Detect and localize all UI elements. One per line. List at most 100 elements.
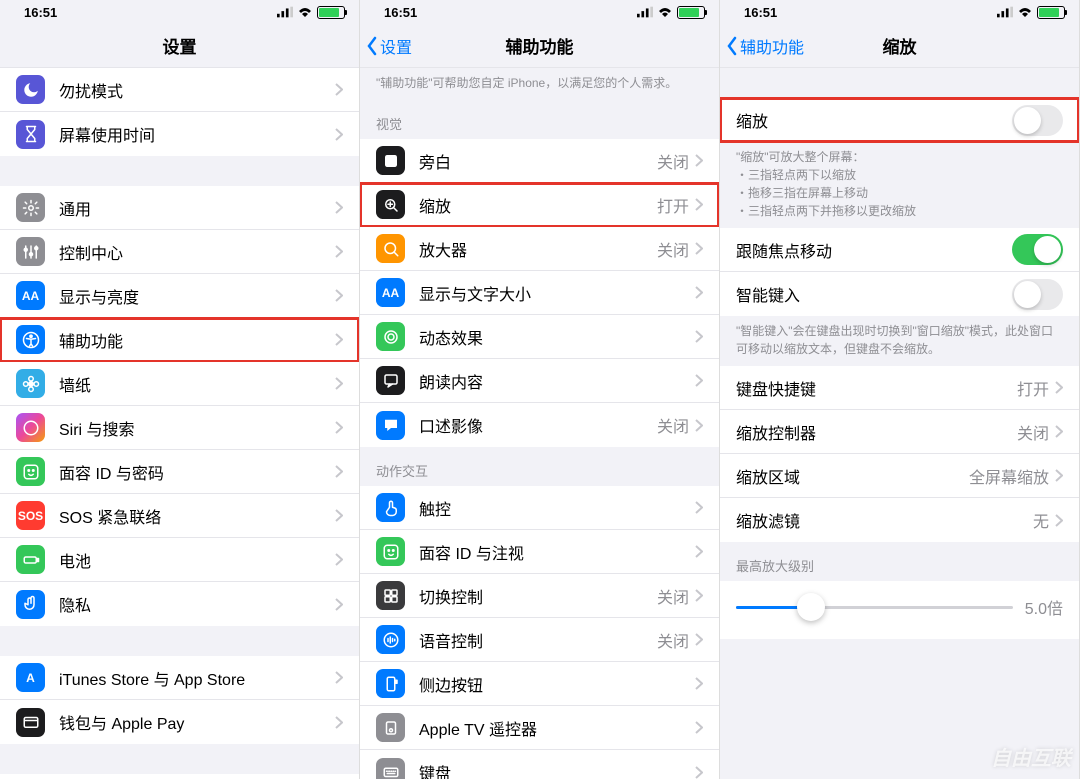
zoom-switch[interactable] [1012,105,1063,136]
row-appletv[interactable]: Apple TV 遥控器 [360,706,719,750]
row-label: 缩放 [419,193,657,217]
smarttyping-switch[interactable] [1012,279,1063,310]
row-sidebutton[interactable]: 侧边按钮 [360,662,719,706]
zoom-toggle-row[interactable]: 缩放 [720,98,1079,142]
chevron-right-icon [335,201,343,214]
chevron-right-icon [695,330,703,343]
settings-list[interactable]: 勿扰模式屏幕使用时间通用控制中心AA显示与亮度辅助功能墙纸 Siri 与搜索面容 … [0,68,359,779]
row-smarttyping[interactable]: 智能键入 [720,272,1079,316]
row-faceattn[interactable]: 面容 ID 与注视 [360,530,719,574]
followfocus-switch[interactable] [1012,234,1063,265]
chevron-right-icon [695,419,703,432]
zoom-note: "缩放"可放大整个屏幕：・三指轻点两下以缩放・拖移三指在屏幕上移动・三指轻点两下… [720,142,1079,228]
row-label: 旁白 [419,149,657,173]
chevron-right-icon [695,154,703,167]
appletv-icon [376,713,405,742]
row-label: 显示与亮度 [59,284,335,308]
speech-icon [376,366,405,395]
chevron-right-icon [335,333,343,346]
row-wallpaper[interactable]: 墙纸 [0,362,359,406]
accessibility-list[interactable]: "辅助功能"可帮助您自定 iPhone，以满足您的个人需求。视觉旁白关闭缩放打开… [360,68,719,779]
row-controlcenter[interactable]: 控制中心 [0,230,359,274]
row-label: 屏幕使用时间 [59,122,335,146]
chevron-left-icon [726,36,738,56]
row-touch[interactable]: 触控 [360,486,719,530]
row-switchctrl[interactable]: 切换控制关闭 [360,574,719,618]
chevron-right-icon [695,501,703,514]
chevron-right-icon [1055,469,1063,482]
navbar-settings: 设置 [0,24,359,68]
row-value: 关闭 [1017,420,1049,444]
row-keyboard[interactable]: 键盘 [360,750,719,779]
row-zoomregion[interactable]: 缩放区域全屏幕缩放 [720,454,1079,498]
row-textsize[interactable]: AA显示与文字大小 [360,271,719,315]
row-itunes[interactable]: AiTunes Store 与 App Store [0,656,359,700]
chevron-right-icon [1055,381,1063,394]
wallpaper-icon [16,369,45,398]
row-display[interactable]: AA显示与亮度 [0,274,359,318]
row-label: 缩放 [736,108,1012,132]
row-speech[interactable]: 朗读内容 [360,359,719,403]
wallet-icon [16,708,45,737]
row-accessibility[interactable]: 辅助功能 [0,318,359,362]
row-zoomfilter[interactable]: 缩放滤镜无 [720,498,1079,542]
row-value: 打开 [657,193,689,217]
max-zoom-slider[interactable] [736,606,1013,609]
row-faceid[interactable]: 面容 ID 与密码 [0,450,359,494]
zoom-settings[interactable]: 缩放 "缩放"可放大整个屏幕：・三指轻点两下以缩放・拖移三指在屏幕上移动・三指轻点… [720,68,1079,779]
chevron-right-icon [695,721,703,734]
chevron-right-icon [335,509,343,522]
chevron-right-icon [335,421,343,434]
settings-section: AiTunes Store 与 App Store钱包与 Apple Pay [0,656,359,744]
chevron-right-icon [695,589,703,602]
chevron-right-icon [695,633,703,646]
row-label: 触控 [419,496,695,520]
row-general[interactable]: 通用 [0,186,359,230]
row-label: 口述影像 [419,413,657,437]
section-header: 视觉 [360,100,719,139]
row-wallet[interactable]: 钱包与 Apple Pay [0,700,359,744]
chevron-right-icon [335,128,343,141]
row-sos[interactable]: SOSSOS 紧急联络 [0,494,359,538]
row-label: 键盘快捷键 [736,376,1017,400]
chevron-right-icon [695,286,703,299]
signal-icon [277,6,293,18]
row-label: 勿扰模式 [59,78,335,102]
row-voiceover[interactable]: 旁白关闭 [360,139,719,183]
status-time: 16:51 [384,5,417,20]
back-button[interactable]: 设置 [366,24,412,67]
status-bar: 16:51 [720,0,1079,24]
row-magnifier[interactable]: 放大器关闭 [360,227,719,271]
row-kbshort[interactable]: 键盘快捷键打开 [720,366,1079,410]
row-motion[interactable]: 动态效果 [360,315,719,359]
row-siri[interactable]: Siri 与搜索 [0,406,359,450]
max-zoom-slider-row: 5.0倍 [720,581,1079,639]
navbar-accessibility: 设置 辅助功能 [360,24,719,68]
row-battery[interactable]: 电池 [0,538,359,582]
row-screentime[interactable]: 屏幕使用时间 [0,112,359,156]
keyboard-icon [376,758,405,779]
row-dnd[interactable]: 勿扰模式 [0,68,359,112]
status-time: 16:51 [744,5,777,20]
row-label: 通用 [59,196,335,220]
zoom-options-section: 键盘快捷键打开缩放控制器关闭缩放区域全屏幕缩放缩放滤镜无 [720,366,1079,542]
row-label: Siri 与搜索 [59,416,335,440]
row-privacy[interactable]: 隐私 [0,582,359,626]
row-followfocus[interactable]: 跟随焦点移动 [720,228,1079,272]
siri-icon [16,413,45,442]
voicectrl-icon [376,625,405,654]
back-button[interactable]: 辅助功能 [726,24,804,67]
row-passwords[interactable]: 密码与帐户 [0,774,359,779]
row-label: 智能键入 [736,282,1012,306]
row-zoom[interactable]: 缩放打开 [360,183,719,227]
row-value: 全屏幕缩放 [969,464,1049,488]
sos-icon: SOS [16,501,45,530]
wifi-icon [1017,6,1033,18]
row-label: 跟随焦点移动 [736,238,1012,262]
row-zoomctrl[interactable]: 缩放控制器关闭 [720,410,1079,454]
row-voicectrl[interactable]: 语音控制关闭 [360,618,719,662]
privacy-icon [16,590,45,619]
chevron-right-icon [335,598,343,611]
row-audiodesc[interactable]: 口述影像关闭 [360,403,719,447]
panel-accessibility: 16:51 设置 辅助功能 "辅助功能"可帮助您自定 iPhone，以满足您的个… [360,0,720,779]
